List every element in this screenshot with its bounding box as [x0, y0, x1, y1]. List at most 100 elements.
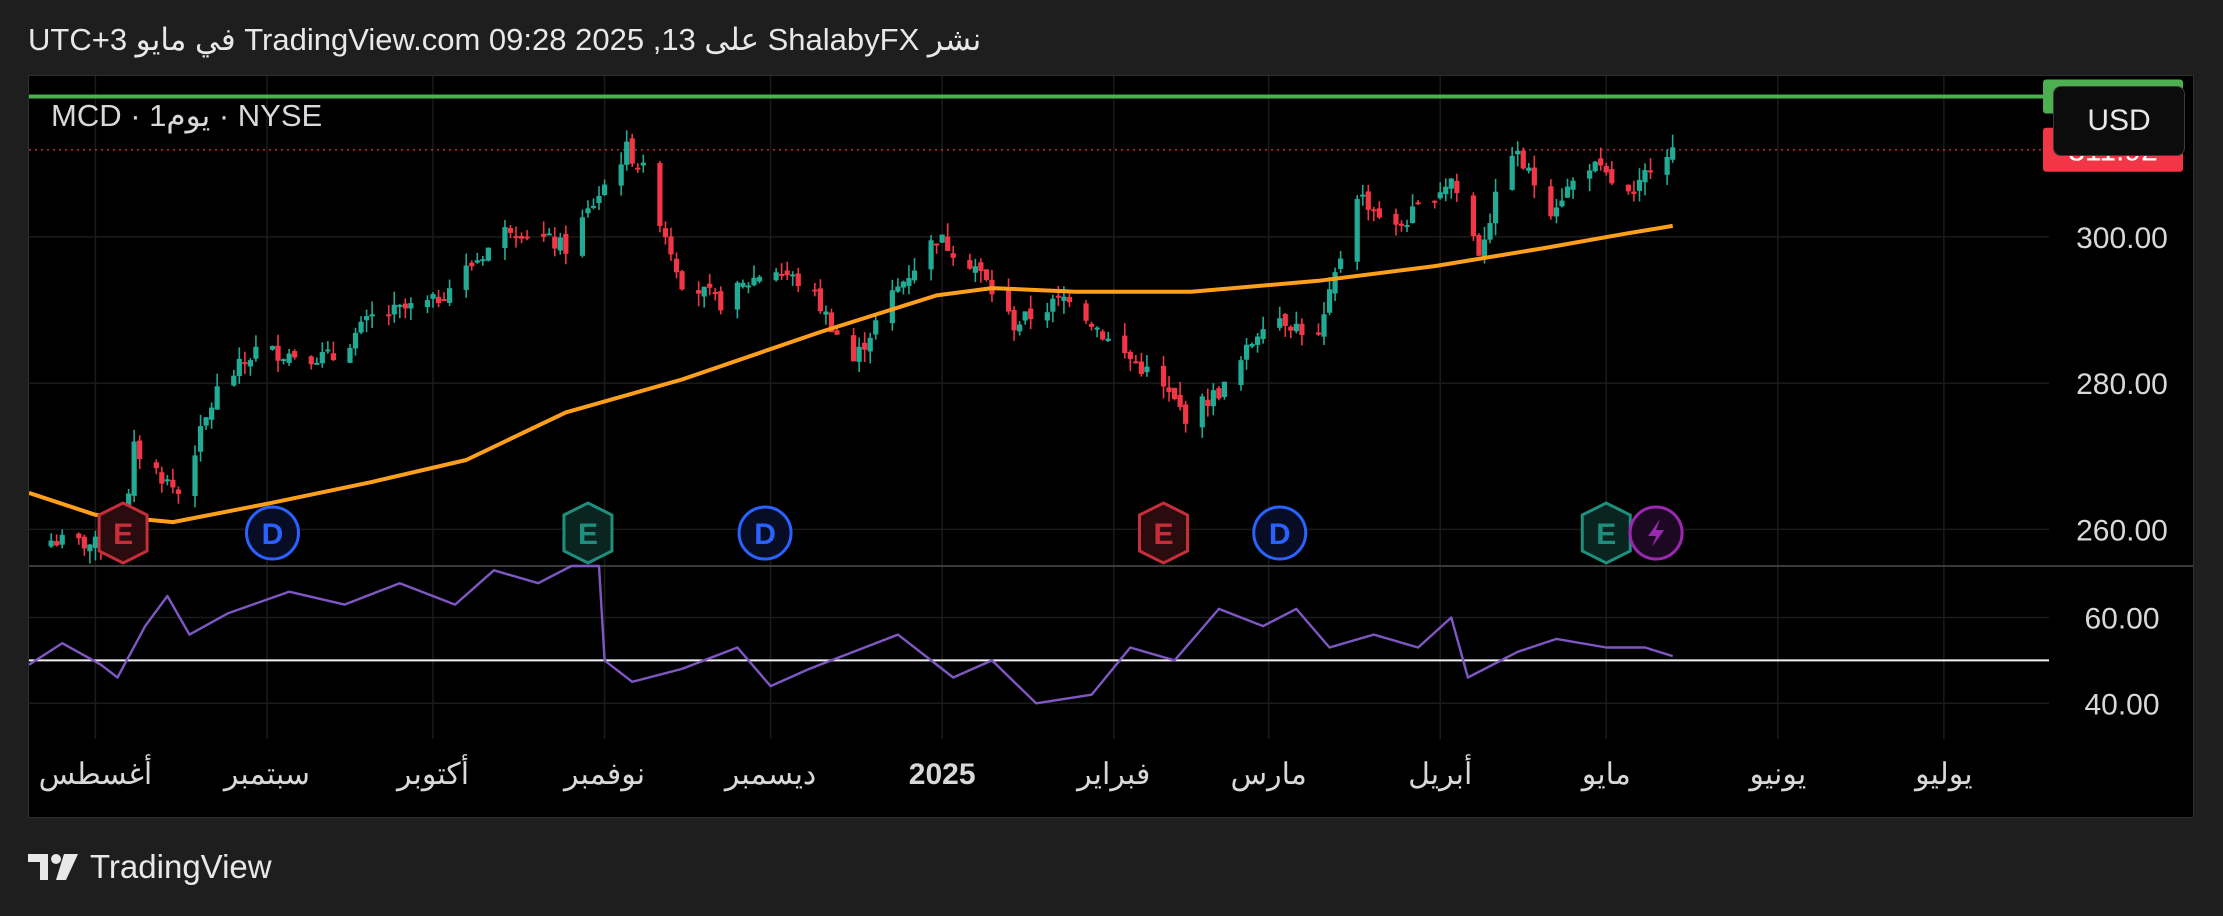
candle — [518, 232, 525, 244]
candle — [1171, 387, 1178, 401]
candle-body — [524, 236, 530, 239]
candle-body — [1100, 331, 1106, 340]
candle-body — [579, 217, 586, 256]
candle — [408, 297, 414, 320]
candle — [696, 281, 702, 307]
candle — [662, 221, 669, 245]
candle — [253, 335, 259, 362]
tradingview-logo-icon[interactable] — [28, 852, 80, 882]
candle — [862, 332, 868, 362]
candle — [1603, 162, 1609, 176]
candle-body — [435, 296, 442, 304]
candle-body — [707, 283, 713, 288]
candle-body — [712, 291, 718, 294]
candle — [673, 252, 680, 279]
candle — [1625, 184, 1631, 195]
candle — [624, 130, 630, 171]
candle — [48, 533, 54, 548]
candle-body — [673, 258, 680, 273]
candle — [1100, 329, 1106, 341]
candle — [790, 271, 796, 286]
candle — [773, 267, 779, 282]
candle — [679, 269, 685, 291]
candle — [1338, 251, 1344, 273]
candle — [867, 332, 873, 364]
candle — [137, 435, 143, 470]
candle-body — [552, 236, 558, 249]
currency-button[interactable]: USD — [2053, 86, 2185, 156]
candle — [911, 258, 918, 284]
candle-body — [751, 277, 757, 286]
candle-body — [408, 303, 414, 309]
candle — [1028, 295, 1034, 330]
time-axis-label: ديسمبر — [723, 758, 816, 792]
candle — [585, 200, 591, 218]
candle-body — [192, 455, 198, 496]
chart-canvas[interactable]: EDEDEDE260.00280.00300.0040.0060.00319.2… — [29, 76, 2194, 818]
candle — [330, 341, 336, 362]
candle-body — [900, 281, 907, 288]
candle — [889, 279, 895, 331]
candle-body — [1199, 396, 1205, 428]
candle — [59, 529, 65, 549]
candle — [546, 228, 552, 236]
candle — [1520, 147, 1526, 170]
candle-body — [1088, 323, 1095, 327]
candle-body — [939, 234, 945, 243]
candle-body — [1238, 360, 1244, 386]
candle-body — [696, 290, 702, 294]
candle-body — [424, 300, 431, 308]
candle — [1238, 356, 1244, 391]
candle-body — [1409, 206, 1416, 224]
candle-body — [242, 362, 248, 365]
candle-body — [358, 321, 364, 333]
time-axis-label: نوفمبر — [562, 758, 645, 792]
candle — [1282, 312, 1288, 337]
candle — [579, 209, 586, 258]
candle — [1094, 326, 1100, 338]
candle — [352, 327, 359, 356]
symbol-title: MCD · 1يوم · NYSE — [51, 98, 323, 133]
candle-body — [87, 544, 93, 552]
candle — [1647, 158, 1654, 180]
candle-body — [1509, 155, 1515, 190]
candle — [1221, 381, 1227, 400]
candle — [231, 369, 237, 387]
candle — [397, 303, 403, 319]
candle — [657, 160, 663, 233]
candle-body — [972, 266, 978, 273]
candle — [751, 265, 757, 287]
candle-body — [812, 289, 818, 292]
candle — [175, 486, 182, 504]
candle-body — [1481, 239, 1488, 258]
candle — [745, 282, 752, 294]
candle — [269, 345, 276, 351]
candle — [524, 230, 530, 241]
candle-body — [1133, 361, 1139, 364]
time-axis-label: أبريل — [1408, 754, 1472, 792]
candle — [823, 305, 829, 325]
time-axis-label: 2025 — [909, 758, 976, 791]
candle-body — [701, 286, 707, 297]
candle-body — [1443, 186, 1449, 195]
candle — [541, 221, 547, 242]
candle — [1487, 213, 1493, 244]
candle-body — [1017, 324, 1023, 332]
candle-body — [1570, 180, 1576, 190]
candle-body — [203, 417, 209, 426]
candle-body — [485, 247, 491, 261]
candle — [1022, 311, 1028, 325]
candle — [391, 291, 397, 323]
candle-body — [92, 536, 99, 548]
candle-body — [679, 271, 685, 290]
candle-body — [164, 479, 170, 482]
candle-body — [280, 359, 287, 362]
candle-body — [1249, 343, 1255, 347]
candle — [363, 309, 370, 333]
candle-body — [640, 162, 646, 166]
candle-body — [862, 342, 868, 350]
candle — [424, 295, 431, 314]
candle-body — [81, 536, 87, 549]
candle — [1398, 220, 1405, 232]
candle — [1088, 321, 1095, 331]
